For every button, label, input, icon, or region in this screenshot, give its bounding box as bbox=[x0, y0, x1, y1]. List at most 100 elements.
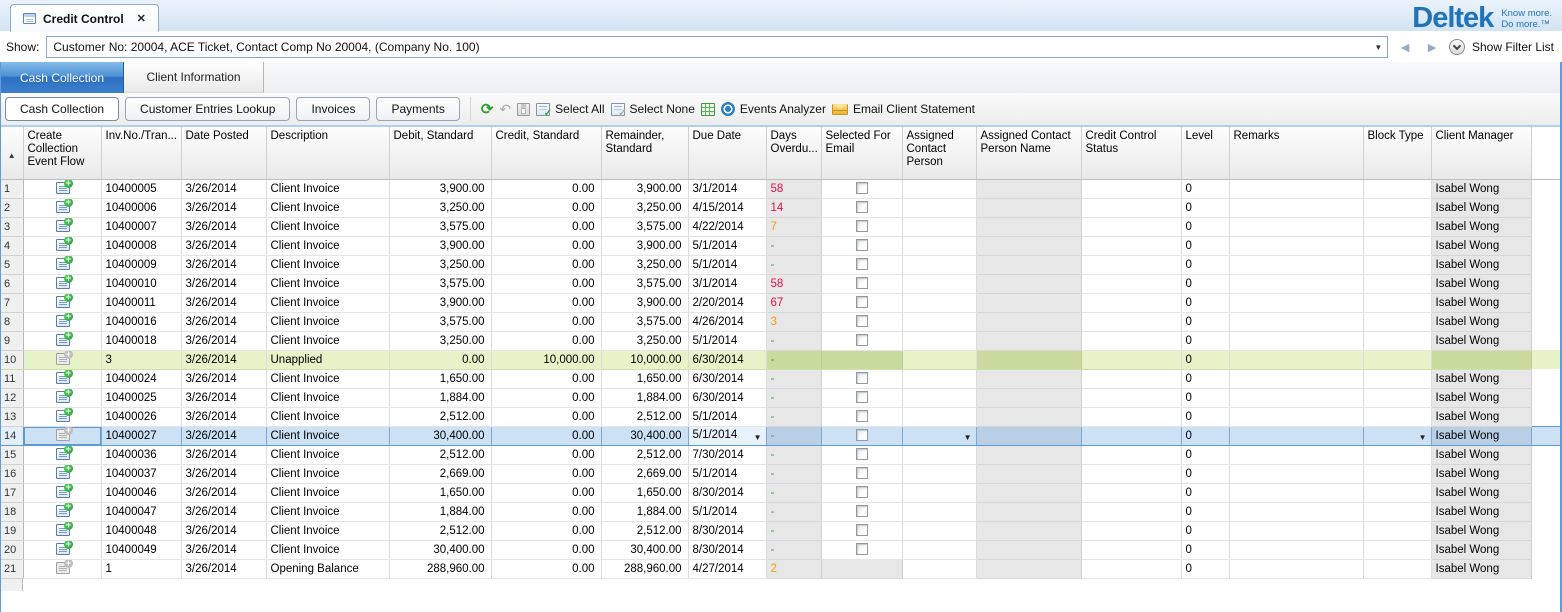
cell-date-posted[interactable]: 3/26/2014 bbox=[181, 217, 266, 236]
create-event-icon[interactable]: + bbox=[56, 334, 70, 346]
table-row[interactable]: 4+104000083/26/2014Client Invoice3,900.0… bbox=[1, 236, 1560, 255]
row-number[interactable]: 5 bbox=[1, 255, 23, 274]
cell-credit-standard[interactable]: 0.00 bbox=[491, 426, 601, 445]
cell-level[interactable]: 0 bbox=[1181, 464, 1229, 483]
create-event-icon[interactable]: + bbox=[56, 182, 70, 194]
cell-remainder-standard[interactable]: 3,900.00 bbox=[601, 179, 688, 198]
create-collection-event-cell[interactable]: + bbox=[23, 217, 101, 236]
cell-remainder-standard[interactable]: 2,512.00 bbox=[601, 407, 688, 426]
cell-assigned-contact-person[interactable] bbox=[902, 217, 976, 236]
cell-level[interactable]: 0 bbox=[1181, 312, 1229, 331]
row-number[interactable]: 18 bbox=[1, 502, 23, 521]
cell-due-date[interactable]: 4/26/2014 bbox=[688, 312, 766, 331]
cell-assigned-contact-person[interactable] bbox=[902, 274, 976, 293]
cell-due-date[interactable]: 5/1/2014 bbox=[688, 464, 766, 483]
cell-description[interactable]: Client Invoice bbox=[266, 426, 389, 445]
cell-remainder-standard[interactable]: 2,669.00 bbox=[601, 464, 688, 483]
cell-remarks[interactable] bbox=[1229, 483, 1363, 502]
cell-credit-control-status[interactable] bbox=[1081, 521, 1181, 540]
cell-credit-control-status[interactable] bbox=[1081, 312, 1181, 331]
cell-selected-for-email[interactable] bbox=[821, 388, 902, 407]
cell-assigned-contact-person[interactable] bbox=[902, 540, 976, 559]
row-number[interactable]: 14 bbox=[1, 426, 23, 445]
row-number[interactable]: 6 bbox=[1, 274, 23, 293]
subtab-payments[interactable]: Payments bbox=[376, 97, 459, 121]
cell-description[interactable]: Client Invoice bbox=[266, 293, 389, 312]
col-header-debit-standard[interactable]: Debit, Standard bbox=[389, 127, 491, 179]
create-event-icon[interactable]: + bbox=[56, 353, 70, 365]
create-event-icon[interactable]: + bbox=[56, 486, 70, 498]
cell-block-type[interactable] bbox=[1363, 521, 1431, 540]
cell-assigned-contact-person[interactable] bbox=[902, 369, 976, 388]
create-collection-event-cell[interactable]: + bbox=[23, 464, 101, 483]
cell-date-posted[interactable]: 3/26/2014 bbox=[181, 483, 266, 502]
subtab-cash-collection[interactable]: Cash Collection bbox=[5, 97, 119, 121]
create-collection-event-cell[interactable]: + bbox=[23, 388, 101, 407]
cell-assigned-contact-person[interactable] bbox=[902, 179, 976, 198]
cell-remarks[interactable] bbox=[1229, 426, 1363, 445]
cell-debit-standard[interactable]: 3,900.00 bbox=[389, 179, 491, 198]
create-event-icon[interactable]: + bbox=[56, 429, 70, 441]
cell-invoice-number[interactable]: 3 bbox=[101, 350, 181, 369]
cell-level[interactable]: 0 bbox=[1181, 388, 1229, 407]
cell-level[interactable]: 0 bbox=[1181, 521, 1229, 540]
create-event-icon[interactable]: + bbox=[56, 467, 70, 479]
show-filter-list-label[interactable]: Show Filter List bbox=[1472, 40, 1554, 54]
table-row[interactable]: 12+104000253/26/2014Client Invoice1,884.… bbox=[1, 388, 1560, 407]
cell-due-date[interactable]: 5/1/2014 bbox=[688, 407, 766, 426]
cell-due-date[interactable]: 3/1/2014 bbox=[688, 274, 766, 293]
create-event-icon[interactable]: + bbox=[56, 239, 70, 251]
cell-block-type[interactable] bbox=[1363, 502, 1431, 521]
cell-credit-control-status[interactable] bbox=[1081, 445, 1181, 464]
close-icon[interactable]: ✕ bbox=[137, 12, 146, 25]
email-checkbox[interactable] bbox=[856, 448, 868, 460]
cell-description[interactable]: Client Invoice bbox=[266, 521, 389, 540]
cell-invoice-number[interactable]: 10400048 bbox=[101, 521, 181, 540]
cell-remarks[interactable] bbox=[1229, 388, 1363, 407]
cell-credit-control-status[interactable] bbox=[1081, 350, 1181, 369]
create-collection-event-cell[interactable]: + bbox=[23, 274, 101, 293]
cell-invoice-number[interactable]: 1 bbox=[101, 559, 181, 578]
tab-client-information[interactable]: Client Information bbox=[124, 62, 264, 93]
cell-remarks[interactable] bbox=[1229, 559, 1363, 578]
cell-invoice-number[interactable]: 10400026 bbox=[101, 407, 181, 426]
cell-level[interactable]: 0 bbox=[1181, 369, 1229, 388]
create-collection-event-cell[interactable]: + bbox=[23, 502, 101, 521]
cell-credit-standard[interactable]: 0.00 bbox=[491, 274, 601, 293]
cell-description[interactable]: Client Invoice bbox=[266, 407, 389, 426]
cell-remainder-standard[interactable]: 3,575.00 bbox=[601, 274, 688, 293]
email-checkbox[interactable] bbox=[856, 429, 868, 441]
row-number[interactable]: 3 bbox=[1, 217, 23, 236]
cell-date-posted[interactable]: 3/26/2014 bbox=[181, 426, 266, 445]
cell-level[interactable]: 0 bbox=[1181, 350, 1229, 369]
cell-block-type[interactable] bbox=[1363, 236, 1431, 255]
cell-invoice-number[interactable]: 10400005 bbox=[101, 179, 181, 198]
cell-credit-standard[interactable]: 0.00 bbox=[491, 369, 601, 388]
select-all-button[interactable]: Select All bbox=[536, 102, 604, 116]
create-collection-event-cell[interactable]: + bbox=[23, 255, 101, 274]
cell-level[interactable]: 0 bbox=[1181, 293, 1229, 312]
cell-remarks[interactable] bbox=[1229, 369, 1363, 388]
cell-credit-control-status[interactable] bbox=[1081, 293, 1181, 312]
create-collection-event-cell[interactable]: + bbox=[23, 521, 101, 540]
cell-date-posted[interactable]: 3/26/2014 bbox=[181, 388, 266, 407]
row-number[interactable]: 21 bbox=[1, 559, 23, 578]
cell-remarks[interactable] bbox=[1229, 350, 1363, 369]
cell-debit-standard[interactable]: 288,960.00 bbox=[389, 559, 491, 578]
create-event-icon[interactable]: + bbox=[56, 296, 70, 308]
cell-date-posted[interactable]: 3/26/2014 bbox=[181, 293, 266, 312]
cell-block-type[interactable] bbox=[1363, 312, 1431, 331]
cell-invoice-number[interactable]: 10400049 bbox=[101, 540, 181, 559]
cell-credit-control-status[interactable] bbox=[1081, 255, 1181, 274]
cell-credit-control-status[interactable] bbox=[1081, 559, 1181, 578]
row-number[interactable]: 19 bbox=[1, 521, 23, 540]
cell-selected-for-email[interactable] bbox=[821, 464, 902, 483]
cell-debit-standard[interactable]: 2,512.00 bbox=[389, 521, 491, 540]
cell-remarks[interactable] bbox=[1229, 217, 1363, 236]
create-event-icon[interactable]: + bbox=[56, 543, 70, 555]
create-event-icon[interactable]: + bbox=[56, 201, 70, 213]
cell-block-type[interactable] bbox=[1363, 483, 1431, 502]
cell-selected-for-email[interactable] bbox=[821, 521, 902, 540]
cell-debit-standard[interactable]: 30,400.00 bbox=[389, 540, 491, 559]
cell-date-posted[interactable]: 3/26/2014 bbox=[181, 502, 266, 521]
